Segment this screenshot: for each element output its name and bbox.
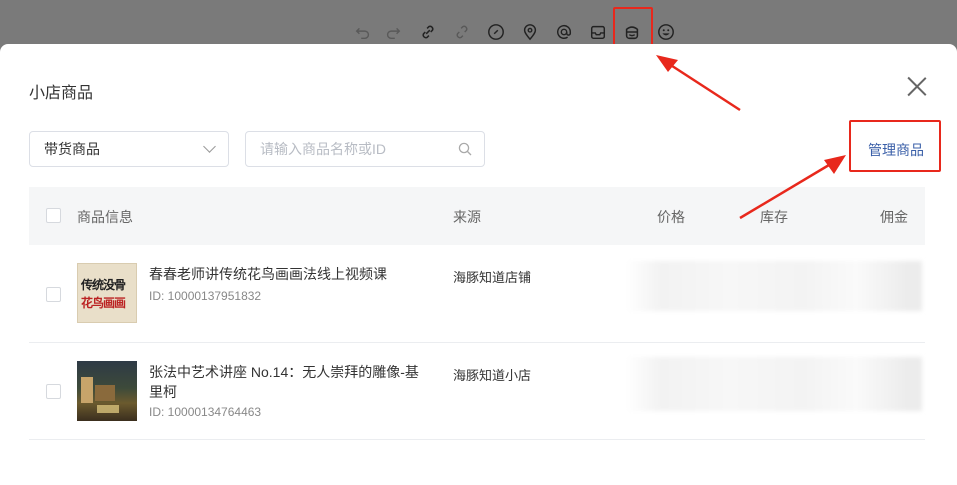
product-id: ID: 10000137951832 xyxy=(149,289,262,303)
undo-icon[interactable] xyxy=(353,22,373,42)
close-icon[interactable] xyxy=(906,76,928,98)
link-icon[interactable] xyxy=(418,22,438,42)
location-icon[interactable] xyxy=(520,22,540,42)
search-icon[interactable] xyxy=(458,142,472,156)
manage-products-highlight xyxy=(849,120,941,172)
product-thumbnail xyxy=(77,361,137,421)
row-checkbox[interactable] xyxy=(46,384,61,399)
column-header-price: 价格 xyxy=(657,209,685,225)
emoji-icon[interactable] xyxy=(656,22,676,42)
shop-products-dialog: 小店商品 带货商品 管理商品 商品信息 来源 价格 库存 佣金 传统没骨 花鸟画… xyxy=(0,44,957,485)
product-type-select[interactable]: 带货商品 xyxy=(29,131,229,167)
column-header-source: 来源 xyxy=(453,209,481,225)
link-circle-icon[interactable] xyxy=(486,22,506,42)
table-row[interactable]: 张法中艺术讲座 No.14：无人崇拜的雕像-基里柯 ID: 1000013476… xyxy=(29,343,925,440)
mention-icon[interactable] xyxy=(554,22,574,42)
product-source: 海豚知道小店 xyxy=(453,368,532,383)
chevron-down-icon xyxy=(203,140,216,153)
column-header-info: 商品信息 xyxy=(77,209,133,225)
redo-icon[interactable] xyxy=(383,22,403,42)
thumbnail-text-line2: 花鸟画画 xyxy=(81,296,126,310)
product-name: 春春老师讲传统花鸟画画法线上视频课 xyxy=(149,266,387,282)
row-checkbox[interactable] xyxy=(46,287,61,302)
product-source: 海豚知道店铺 xyxy=(453,270,532,285)
blurred-price-stock-commission xyxy=(626,261,922,311)
column-header-commission: 佣金 xyxy=(880,209,908,225)
unlink-icon[interactable] xyxy=(452,22,472,42)
select-all-checkbox[interactable] xyxy=(46,208,61,223)
product-id: ID: 10000134764463 xyxy=(149,405,262,419)
search-input[interactable] xyxy=(260,132,450,166)
thumbnail-text-line1: 传统没骨 xyxy=(81,278,126,292)
column-header-stock: 库存 xyxy=(760,209,788,225)
blurred-price-stock-commission xyxy=(626,357,922,411)
inbox-icon[interactable] xyxy=(588,22,608,42)
table-row[interactable]: 传统没骨 花鸟画画 春春老师讲传统花鸟画画法线上视频课 ID: 10000137… xyxy=(29,245,925,343)
table-header: 商品信息 来源 价格 库存 佣金 xyxy=(29,187,925,245)
product-type-selected: 带货商品 xyxy=(44,141,100,157)
dialog-title: 小店商品 xyxy=(29,85,94,102)
product-search-box[interactable] xyxy=(245,131,485,167)
product-name: 张法中艺术讲座 No.14：无人崇拜的雕像-基里柯 xyxy=(149,364,419,400)
product-thumbnail: 传统没骨 花鸟画画 xyxy=(77,263,137,323)
